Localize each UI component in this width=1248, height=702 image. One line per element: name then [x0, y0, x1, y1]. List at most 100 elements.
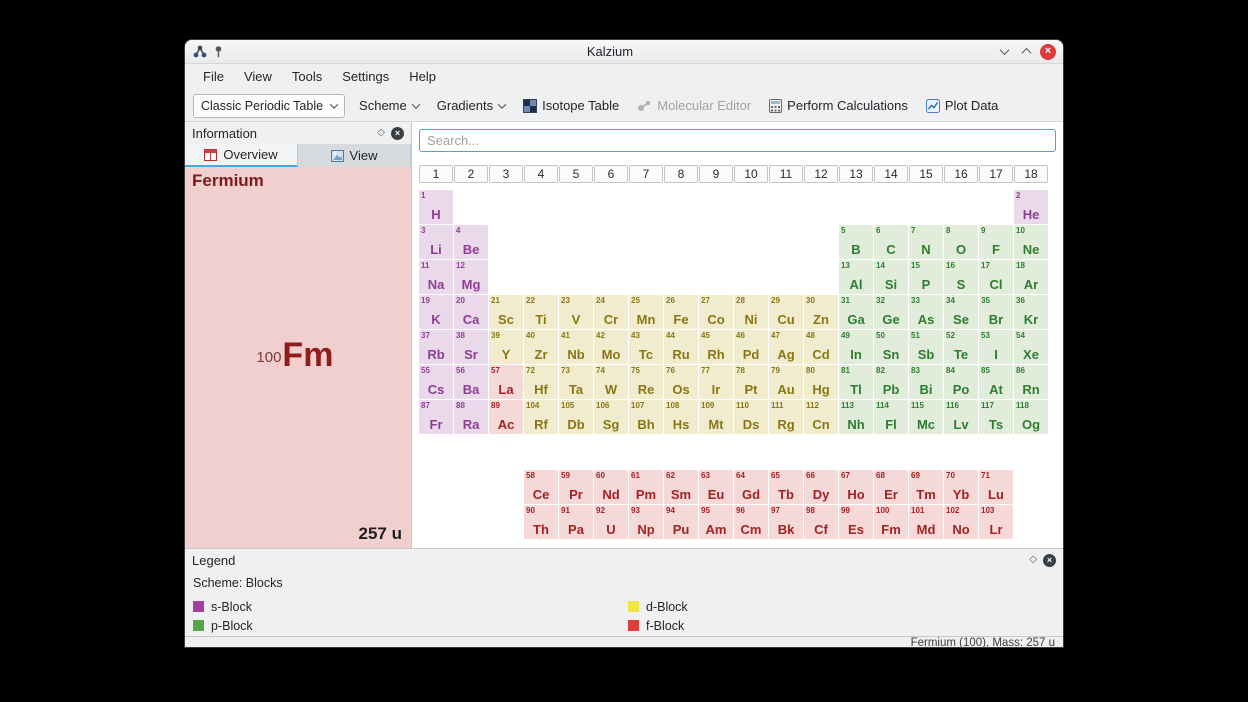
element-Ba[interactable]: 56Ba	[454, 365, 488, 399]
element-Br[interactable]: 35Br	[979, 295, 1013, 329]
element-Yb[interactable]: 70Yb	[944, 470, 978, 504]
element-F[interactable]: 9F	[979, 225, 1013, 259]
group-header-11[interactable]: 11	[769, 165, 803, 183]
element-Nd[interactable]: 60Nd	[594, 470, 628, 504]
element-Te[interactable]: 52Te	[944, 330, 978, 364]
close-panel-icon[interactable]: ×	[1043, 554, 1056, 567]
element-Mn[interactable]: 25Mn	[629, 295, 663, 329]
element-Ir[interactable]: 77Ir	[699, 365, 733, 399]
element-Eu[interactable]: 63Eu	[699, 470, 733, 504]
element-Sc[interactable]: 21Sc	[489, 295, 523, 329]
menu-help[interactable]: Help	[399, 64, 446, 90]
element-Rf[interactable]: 104Rf	[524, 400, 558, 434]
element-Zn[interactable]: 30Zn	[804, 295, 838, 329]
element-Rb[interactable]: 37Rb	[419, 330, 453, 364]
element-Lr[interactable]: 103Lr	[979, 505, 1013, 539]
element-Cf[interactable]: 98Cf	[804, 505, 838, 539]
element-Ra[interactable]: 88Ra	[454, 400, 488, 434]
group-header-9[interactable]: 9	[699, 165, 733, 183]
element-Se[interactable]: 34Se	[944, 295, 978, 329]
element-Mt[interactable]: 109Mt	[699, 400, 733, 434]
element-Ni[interactable]: 28Ni	[734, 295, 768, 329]
element-Pr[interactable]: 59Pr	[559, 470, 593, 504]
pin-icon[interactable]	[213, 45, 224, 58]
element-Sg[interactable]: 106Sg	[594, 400, 628, 434]
element-Na[interactable]: 11Na	[419, 260, 453, 294]
element-Og[interactable]: 118Og	[1014, 400, 1048, 434]
element-Re[interactable]: 75Re	[629, 365, 663, 399]
element-Pb[interactable]: 82Pb	[874, 365, 908, 399]
element-Si[interactable]: 14Si	[874, 260, 908, 294]
element-Au[interactable]: 79Au	[769, 365, 803, 399]
element-Rn[interactable]: 86Rn	[1014, 365, 1048, 399]
element-Ce[interactable]: 58Ce	[524, 470, 558, 504]
menu-file[interactable]: File	[193, 64, 234, 90]
element-Fr[interactable]: 87Fr	[419, 400, 453, 434]
search-input[interactable]	[419, 129, 1056, 152]
element-Kr[interactable]: 36Kr	[1014, 295, 1048, 329]
element-Xe[interactable]: 54Xe	[1014, 330, 1048, 364]
tab-overview[interactable]: Overview	[185, 144, 298, 167]
element-Sn[interactable]: 50Sn	[874, 330, 908, 364]
group-header-17[interactable]: 17	[979, 165, 1013, 183]
element-Be[interactable]: 4Be	[454, 225, 488, 259]
group-header-4[interactable]: 4	[524, 165, 558, 183]
element-Li[interactable]: 3Li	[419, 225, 453, 259]
group-header-13[interactable]: 13	[839, 165, 873, 183]
element-Ga[interactable]: 31Ga	[839, 295, 873, 329]
table-type-select[interactable]: Classic Periodic Table	[193, 94, 345, 118]
element-N[interactable]: 7N	[909, 225, 943, 259]
element-Cl[interactable]: 17Cl	[979, 260, 1013, 294]
menu-view[interactable]: View	[234, 64, 282, 90]
element-Cu[interactable]: 29Cu	[769, 295, 803, 329]
element-Ds[interactable]: 110Ds	[734, 400, 768, 434]
element-Es[interactable]: 99Es	[839, 505, 873, 539]
element-S[interactable]: 16S	[944, 260, 978, 294]
group-header-7[interactable]: 7	[629, 165, 663, 183]
group-header-14[interactable]: 14	[874, 165, 908, 183]
maximize-button[interactable]	[1018, 44, 1034, 60]
element-Tb[interactable]: 65Tb	[769, 470, 803, 504]
element-Md[interactable]: 101Md	[909, 505, 943, 539]
element-Nh[interactable]: 113Nh	[839, 400, 873, 434]
element-Hf[interactable]: 72Hf	[524, 365, 558, 399]
element-Sb[interactable]: 51Sb	[909, 330, 943, 364]
group-header-10[interactable]: 10	[734, 165, 768, 183]
float-panel-icon[interactable]: ◇	[1029, 555, 1037, 565]
element-Fm[interactable]: 100Fm	[874, 505, 908, 539]
shade-button[interactable]	[996, 44, 1012, 60]
element-Ar[interactable]: 18Ar	[1014, 260, 1048, 294]
element-Co[interactable]: 27Co	[699, 295, 733, 329]
close-button[interactable]: ×	[1040, 44, 1056, 60]
element-Ne[interactable]: 10Ne	[1014, 225, 1048, 259]
group-header-6[interactable]: 6	[594, 165, 628, 183]
group-header-2[interactable]: 2	[454, 165, 488, 183]
element-Rg[interactable]: 111Rg	[769, 400, 803, 434]
element-Bi[interactable]: 83Bi	[909, 365, 943, 399]
element-Y[interactable]: 39Y	[489, 330, 523, 364]
element-Cm[interactable]: 96Cm	[734, 505, 768, 539]
element-O[interactable]: 8O	[944, 225, 978, 259]
element-U[interactable]: 92U	[594, 505, 628, 539]
element-Dy[interactable]: 66Dy	[804, 470, 838, 504]
element-Th[interactable]: 90Th	[524, 505, 558, 539]
element-W[interactable]: 74W	[594, 365, 628, 399]
element-Am[interactable]: 95Am	[699, 505, 733, 539]
element-As[interactable]: 33As	[909, 295, 943, 329]
element-Ta[interactable]: 73Ta	[559, 365, 593, 399]
element-Ru[interactable]: 44Ru	[664, 330, 698, 364]
element-Fl[interactable]: 114Fl	[874, 400, 908, 434]
element-Tc[interactable]: 43Tc	[629, 330, 663, 364]
element-Ag[interactable]: 47Ag	[769, 330, 803, 364]
element-Pd[interactable]: 46Pd	[734, 330, 768, 364]
group-header-16[interactable]: 16	[944, 165, 978, 183]
element-Sr[interactable]: 38Sr	[454, 330, 488, 364]
element-Fe[interactable]: 26Fe	[664, 295, 698, 329]
element-Hs[interactable]: 108Hs	[664, 400, 698, 434]
element-Pa[interactable]: 91Pa	[559, 505, 593, 539]
element-Mg[interactable]: 12Mg	[454, 260, 488, 294]
element-H[interactable]: 1H	[419, 190, 453, 224]
perform-calculations-button[interactable]: Perform Calculations	[765, 94, 912, 118]
element-Cn[interactable]: 112Cn	[804, 400, 838, 434]
element-Bk[interactable]: 97Bk	[769, 505, 803, 539]
